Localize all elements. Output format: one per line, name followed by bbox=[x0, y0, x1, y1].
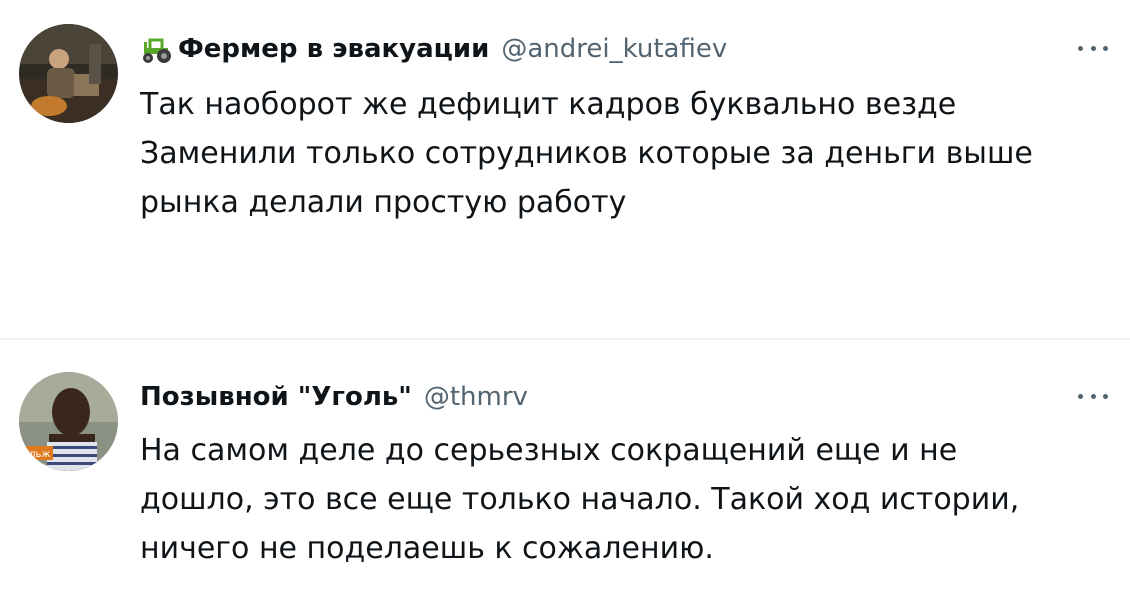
more-options-icon[interactable] bbox=[1078, 38, 1108, 58]
tweet-text-line: Так наоборот же дефицит кадров буквально… bbox=[140, 87, 957, 122]
avatar-caption: ольж bbox=[23, 449, 50, 460]
tweet-text: На самом деле до серьезных сокращений ещ… bbox=[140, 426, 1105, 573]
author-name[interactable]: Фермер в эвакуации bbox=[178, 34, 489, 64]
tweet-text-line: дошло, это все еще только начало. Такой … bbox=[140, 482, 1020, 517]
tweet-text-line: На самом деле до серьезных сокращений ещ… bbox=[140, 433, 958, 468]
author-handle[interactable]: @thmrv bbox=[424, 382, 528, 412]
avatar[interactable] bbox=[19, 24, 118, 123]
tractor-icon bbox=[140, 34, 174, 64]
avatar[interactable]: ольж bbox=[19, 372, 118, 471]
tweet-text-line: рынка делали простую работу bbox=[140, 185, 627, 220]
tweet[interactable]: Фермер в эвакуации @andrei_kutafiev Так … bbox=[0, 0, 1130, 338]
author-name[interactable]: Позывной "Уголь" bbox=[140, 382, 412, 412]
tweet-text-line: Заменили только сотрудников которые за д… bbox=[140, 136, 1033, 171]
more-options-icon[interactable] bbox=[1078, 386, 1108, 406]
tweet-header: Фермер в эвакуации @andrei_kutafiev bbox=[140, 29, 727, 69]
tweet-text-line: ничего не поделаешь к сожалению. bbox=[140, 531, 714, 566]
tweet-text: Так наоборот же дефицит кадров буквально… bbox=[140, 80, 1105, 227]
tweet-header: Позывной "Уголь" @thmrv bbox=[140, 377, 528, 417]
author-handle[interactable]: @andrei_kutafiev bbox=[501, 34, 727, 64]
